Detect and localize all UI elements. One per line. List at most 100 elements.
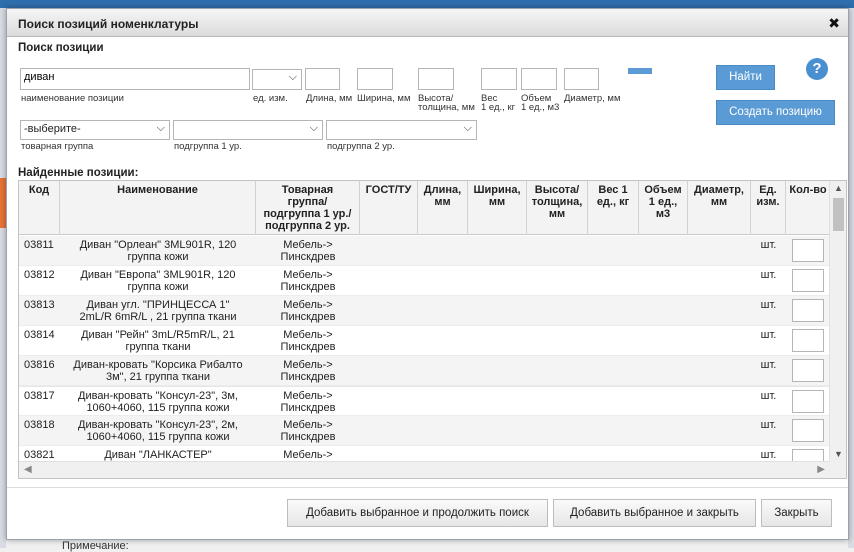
cell-group: Мебель-> Пинскдрев bbox=[256, 269, 360, 293]
col-height[interactable]: Высота/ толщина, мм bbox=[527, 181, 588, 235]
cell-group-line: Пинскдрев bbox=[280, 402, 336, 414]
chevron-down-icon: ⌵ bbox=[309, 122, 318, 134]
cell-unit: шт. bbox=[751, 329, 786, 341]
close-icon[interactable]: ✖ bbox=[828, 15, 840, 32]
table-row[interactable]: 03814 Диван "Рейн" 3mL/R5mR/L, 21 группа т… bbox=[19, 326, 830, 356]
find-button[interactable]: Найти bbox=[716, 65, 775, 90]
quantity-input[interactable] bbox=[792, 359, 824, 382]
height-label-line2: толщина, мм bbox=[418, 102, 475, 113]
cell-code-line: 03812 bbox=[24, 269, 55, 281]
cell-group: Мебель-> Пинскдрев bbox=[256, 299, 360, 323]
vertical-scrollbar[interactable]: ▲ ▼ bbox=[829, 181, 846, 461]
scrollbar-thumb[interactable] bbox=[833, 198, 844, 231]
dialog-titlebar: Поиск позиций номенклатуры ✖ bbox=[7, 9, 848, 37]
cell-group-line: Пинскдрев bbox=[280, 341, 336, 353]
cell-group-line: Пинскдрев bbox=[280, 431, 336, 443]
cell-name-line: 3м", 21 группа ткани bbox=[105, 371, 210, 383]
cell-code: 03821 bbox=[24, 449, 60, 461]
col-length[interactable]: Длина, мм bbox=[418, 181, 468, 235]
width-label: Ширина, мм bbox=[357, 93, 411, 104]
col-diameter[interactable]: Диаметр, мм bbox=[688, 181, 751, 235]
create-position-button[interactable]: Создать позицию bbox=[716, 100, 835, 125]
cell-group-line: Мебель-> bbox=[283, 419, 333, 431]
col-group-line1: Товарная bbox=[281, 184, 334, 196]
col-code[interactable]: Код bbox=[19, 181, 60, 235]
cell-group-line: Мебель-> bbox=[283, 449, 333, 461]
col-width[interactable]: Ширина, мм bbox=[468, 181, 527, 235]
quantity-input[interactable] bbox=[792, 269, 824, 292]
quantity-input[interactable] bbox=[792, 390, 824, 413]
add-continue-button[interactable]: Добавить выбранное и продолжить поиск bbox=[287, 499, 548, 527]
table-row[interactable]: 03818 Диван-кровать "Консул-23", 2м, 1060+… bbox=[19, 416, 830, 446]
cell-name-line: 1060+4060, 115 группа кожи bbox=[86, 402, 230, 414]
cell-group-line: Мебель-> bbox=[283, 269, 333, 281]
cell-group: Мебель-> bbox=[256, 449, 360, 461]
col-weight[interactable]: Вес 1 ед., кг bbox=[588, 181, 639, 235]
cell-unit-line: шт. bbox=[760, 299, 777, 311]
dialog-title: Поиск позиций номенклатуры bbox=[18, 17, 199, 31]
quantity-input[interactable] bbox=[792, 239, 824, 262]
subgroup1-select[interactable]: ⌵ bbox=[173, 120, 323, 140]
table-row[interactable]: 03812 Диван "Европа" 3ML901R, 120 группа к… bbox=[19, 266, 830, 296]
cell-code: 03816 bbox=[24, 359, 60, 371]
subgroup2-label: подгруппа 2 ур. bbox=[327, 141, 395, 152]
col-group-line2: группа/ bbox=[287, 196, 328, 208]
quantity-input[interactable] bbox=[792, 299, 824, 322]
height-input[interactable] bbox=[418, 68, 454, 90]
cell-code-line: 03813 bbox=[24, 299, 55, 311]
search-section-title: Поиск позиции bbox=[18, 42, 104, 54]
name-search-input[interactable]: диван bbox=[20, 68, 250, 90]
width-input[interactable] bbox=[357, 68, 393, 90]
help-icon[interactable]: ? bbox=[806, 58, 828, 80]
cell-name: Диван-кровать "Консул-23", 2м, 1060+4060,… bbox=[60, 419, 256, 443]
col-name[interactable]: Наименование bbox=[60, 181, 256, 235]
volume-input[interactable] bbox=[521, 68, 557, 90]
cell-group: Мебель-> Пинскдрев bbox=[256, 390, 360, 414]
weight-input[interactable] bbox=[481, 68, 517, 90]
cell-code-line: 03817 bbox=[24, 390, 55, 402]
cell-unit-line: шт. bbox=[760, 329, 777, 341]
cell-code: 03817 bbox=[24, 390, 60, 402]
product-group-value: -выберите- bbox=[24, 123, 81, 135]
col-qty[interactable]: Кол-во bbox=[786, 181, 830, 235]
col-gost-text: ГОСТ/ТУ bbox=[365, 184, 412, 196]
quantity-input[interactable] bbox=[792, 329, 824, 352]
col-gost[interactable]: ГОСТ/ТУ bbox=[360, 181, 418, 235]
close-button[interactable]: Закрыть bbox=[761, 499, 832, 527]
table-row[interactable]: 03813 Диван угл. "ПРИНЦЕССА 1" 2mL/R 6mR/L… bbox=[19, 296, 830, 326]
subgroup2-select[interactable]: ⌵ bbox=[326, 120, 477, 140]
add-close-button[interactable]: Добавить выбранное и закрыть bbox=[553, 499, 756, 527]
cell-group: Мебель-> Пинскдрев bbox=[256, 239, 360, 263]
length-input[interactable] bbox=[305, 68, 340, 90]
scroll-left-icon[interactable]: ◀ bbox=[24, 464, 32, 475]
diameter-input[interactable] bbox=[564, 68, 599, 90]
col-width-line1: Ширина, bbox=[473, 184, 521, 196]
table-row[interactable]: 03811 Диван "Орлеан" 3ML901R, 120 группа к… bbox=[19, 236, 830, 266]
scroll-up-icon[interactable]: ▲ bbox=[834, 183, 843, 193]
col-group[interactable]: Товарная группа/ подгруппа 1 ур./ подгру… bbox=[256, 181, 360, 235]
diameter-label: Диаметр, мм bbox=[564, 93, 621, 104]
unit-label: ед. изм. bbox=[253, 93, 288, 104]
col-volume[interactable]: Объем 1 ед., м3 bbox=[639, 181, 688, 235]
col-unit[interactable]: Ед. изм. bbox=[751, 181, 786, 235]
scroll-down-icon[interactable]: ▼ bbox=[834, 449, 843, 459]
unit-select[interactable]: ⌵ bbox=[252, 69, 302, 90]
table-row[interactable]: 03817 Диван-кровать "Консул-23", 3м, 1060+… bbox=[19, 386, 830, 416]
cell-unit-line: шт. bbox=[760, 419, 777, 431]
quantity-input[interactable] bbox=[792, 419, 824, 442]
cell-name: Диван-кровать "Корсика Рибалто 3м", 21 гр… bbox=[60, 359, 256, 383]
cell-name-line: группа кожи bbox=[127, 281, 189, 293]
cell-group-line: Мебель-> bbox=[283, 359, 333, 371]
col-weight-line1: Вес 1 bbox=[598, 184, 628, 196]
scroll-right-icon[interactable]: ▶ bbox=[817, 464, 825, 475]
cell-name-line: Диван-кровать "Консул-23", 3м, bbox=[78, 390, 238, 402]
footer-divider bbox=[7, 487, 848, 488]
horizontal-scrollbar[interactable]: ◀ ▶ bbox=[19, 461, 830, 478]
cell-group-line: Мебель-> bbox=[283, 299, 333, 311]
col-unit-line1: Ед. bbox=[759, 184, 777, 196]
col-height-line2: толщина, bbox=[531, 196, 583, 208]
product-group-select[interactable]: -выберите- ⌵ bbox=[20, 120, 170, 140]
cell-name: Диван "Рейн" 3mL/R5mR/L, 21 группа ткани bbox=[60, 329, 256, 353]
cell-code: 03811 bbox=[24, 239, 60, 251]
table-row[interactable]: 03816 Диван-кровать "Корсика Рибалто 3м", … bbox=[19, 356, 830, 386]
